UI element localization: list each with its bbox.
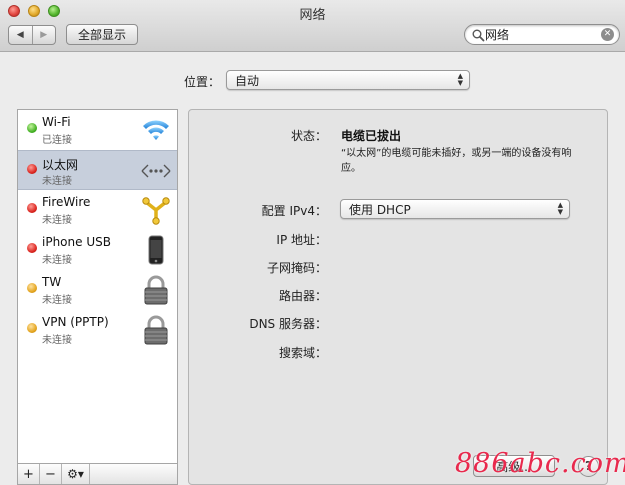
status-dot-inactive <box>27 283 37 293</box>
service-status: 未连接 <box>42 335 72 346</box>
lock-icon <box>144 275 168 305</box>
dns-server-label: DNS 服务器： <box>249 317 327 331</box>
status-dot-disconnected <box>27 203 37 213</box>
service-name: iPhone USB <box>42 235 111 249</box>
status-description: “以太网”的电缆可能未插好，或另一端的设备没有响应。 <box>341 148 572 174</box>
service-name: TW <box>42 275 62 289</box>
search-field[interactable]: ✕ <box>464 24 620 45</box>
location-label: 位置： <box>184 75 221 89</box>
show-all-button[interactable]: 全部显示 <box>66 24 138 45</box>
service-name: 以太网 <box>42 158 79 172</box>
service-item-iphone-usb[interactable]: iPhone USB 未连接 <box>18 230 177 270</box>
service-status: 未连接 <box>42 295 72 306</box>
search-input[interactable] <box>485 27 595 42</box>
router-label: 路由器： <box>278 289 327 303</box>
configure-ipv4-label: 配置 IPv4： <box>261 204 327 218</box>
search-icon <box>472 29 485 42</box>
back-forward-control: ◀ ▶ <box>8 25 56 45</box>
service-item-tw[interactable]: TW 未连接 <box>18 270 177 310</box>
firewire-icon <box>142 197 170 225</box>
iphone-icon <box>148 235 164 265</box>
remove-service-button[interactable]: − <box>40 464 62 484</box>
status-dot-disconnected <box>27 243 37 253</box>
wifi-icon <box>143 120 169 140</box>
lock-icon <box>144 315 168 345</box>
location-value: 自动 <box>235 73 260 88</box>
service-item-vpn[interactable]: VPN (PPTP) 未连接 <box>18 310 177 350</box>
watermark-logo: 886abc.com <box>455 448 625 479</box>
service-status: 未连接 <box>42 215 72 226</box>
service-status: 未连接 <box>42 255 72 266</box>
search-domains-label: 搜索域： <box>278 346 327 360</box>
ethernet-icon <box>141 164 171 178</box>
configure-ipv4-popup[interactable]: 使用 DHCP ▲ ▼ <box>340 199 570 219</box>
forward-button[interactable]: ▶ <box>31 26 56 44</box>
configure-ipv4-value: 使用 DHCP <box>349 202 411 217</box>
service-status: 未连接 <box>42 176 72 187</box>
ip-address-label: IP 地址： <box>276 233 327 247</box>
service-name: Wi-Fi <box>42 115 71 129</box>
back-button[interactable]: ◀ <box>9 26 32 44</box>
location-popup[interactable]: 自动 ▲ ▼ <box>226 70 470 90</box>
service-list[interactable]: Wi-Fi 已连接 以太网 未连接 FireWire 未连接 iPhone US… <box>17 109 178 464</box>
service-item-wifi[interactable]: Wi-Fi 已连接 <box>18 110 177 150</box>
status-dot-inactive <box>27 323 37 333</box>
updown-arrows-icon: ▲ ▼ <box>557 201 563 216</box>
title-bar: 网络 ◀ ▶ 全部显示 ✕ <box>0 0 625 52</box>
service-name: VPN (PPTP) <box>42 315 109 329</box>
service-item-ethernet[interactable]: 以太网 未连接 <box>18 150 177 190</box>
service-item-firewire[interactable]: FireWire 未连接 <box>18 190 177 230</box>
status-dot-connected <box>27 123 37 133</box>
add-service-button[interactable]: + <box>18 464 40 484</box>
updown-arrows-icon: ▲ ▼ <box>457 72 463 87</box>
network-preferences-window: 网络 ◀ ▶ 全部显示 ✕ 位置： 自动 ▲▼ Wi-Fi 已连接 <box>0 0 625 485</box>
status-label: 状态： <box>290 129 327 143</box>
window-title: 网络 <box>299 8 326 23</box>
service-list-toolbar: + − ⚙▾ <box>17 463 178 485</box>
service-name: FireWire <box>42 195 91 209</box>
clear-search-icon[interactable]: ✕ <box>601 28 614 41</box>
subnet-mask-label: 子网掩码： <box>266 261 327 275</box>
action-menu-button[interactable]: ⚙▾ <box>62 464 90 484</box>
service-status: 已连接 <box>42 135 72 146</box>
status-dot-disconnected <box>27 164 37 174</box>
status-value: 电缆已拔出 <box>341 129 402 143</box>
